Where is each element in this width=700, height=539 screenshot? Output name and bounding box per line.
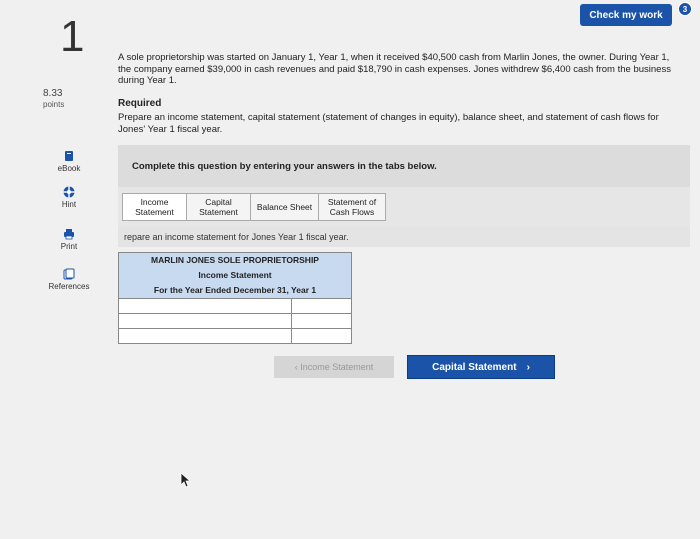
tab-income-statement[interactable]: Income Statement [122,193,186,221]
print-tool[interactable]: Print [40,228,98,251]
statement-company: MARLIN JONES SOLE PROPRIETORSHIP [151,255,319,265]
references-label: References [48,282,90,291]
required-text: Prepare an income statement, capital sta… [118,112,659,135]
required-title: Required [118,98,162,109]
tabs-area: Income Statement Capital Statement Balan… [118,187,690,227]
problem-text: A sole proprietorship was started on Jan… [118,52,671,86]
check-my-work-button[interactable]: Check my work [580,4,672,26]
prev-tab-button[interactable]: ‹ Income Statement [274,356,394,378]
check-attempts-badge: 3 [678,2,692,16]
statement-row [119,298,351,316]
chevron-right-icon: › [526,361,530,373]
complete-instructions: Complete this question by entering your … [118,145,690,187]
question-number: 1 [60,12,85,61]
instruction-text: repare an income statement for Jones Yea… [124,232,349,242]
statement-period: For the Year Ended December 31, Year 1 [153,285,317,295]
statement-tabs: Income Statement Capital Statement Balan… [122,193,386,221]
amount-input[interactable] [292,332,351,346]
mouse-cursor-icon [180,472,192,488]
statement-row [119,328,351,346]
references-icon [63,268,75,280]
tab-capital-statement[interactable]: Capital Statement [186,193,250,221]
points-label: points [43,100,65,109]
tab-instruction: repare an income statement for Jones Yea… [118,227,690,247]
ebook-label: eBook [57,164,81,173]
hint-label: Hint [61,200,77,209]
points-value: 8.33 [43,88,63,99]
ebook-tool[interactable]: eBook [40,150,98,173]
statement-row [119,313,351,331]
hint-icon [63,186,75,198]
line-item-input[interactable] [119,332,291,346]
complete-text: Complete this question by entering your … [132,160,437,172]
book-icon [65,151,73,161]
income-statement-form: MARLIN JONES SOLE PROPRIETORSHIP Income … [118,252,352,346]
statement-header: MARLIN JONES SOLE PROPRIETORSHIP Income … [119,253,351,298]
tab-balance-sheet[interactable]: Balance Sheet [250,193,318,221]
print-label: Print [60,242,78,251]
references-tool[interactable]: References [40,268,98,291]
statement-title: Income Statement [198,270,272,280]
hint-tool[interactable]: Hint [40,186,98,209]
next-tab-label: Capital Statement [432,361,517,373]
print-icon [64,229,74,240]
next-tab-button[interactable]: Capital Statement › [407,355,555,379]
tab-statement-of-cash-flows[interactable]: Statement of Cash Flows [318,193,386,221]
